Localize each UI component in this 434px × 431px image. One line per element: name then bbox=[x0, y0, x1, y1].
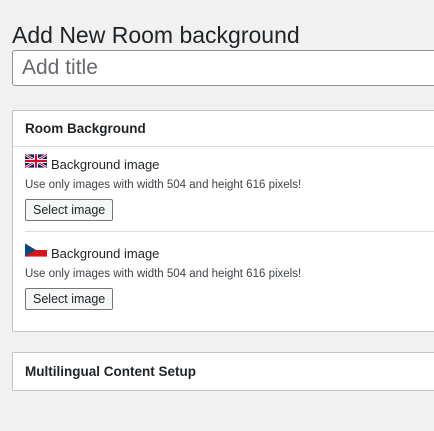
select-image-button-czech[interactable]: Select image bbox=[25, 288, 114, 310]
background-field-czech: Background image Use only images with wi… bbox=[25, 231, 434, 320]
field-label-row: Background image bbox=[25, 243, 434, 262]
field-label-row: Background image bbox=[25, 154, 434, 173]
field-label: Background image bbox=[51, 156, 160, 172]
background-field-english: Background image Use only images with wi… bbox=[25, 147, 434, 231]
page-title: Add New Room background bbox=[12, 22, 300, 49]
multilingual-heading[interactable]: Multilingual Content Setup bbox=[13, 353, 434, 390]
title-input[interactable] bbox=[12, 50, 434, 86]
field-label: Background image bbox=[51, 245, 160, 261]
field-hint: Use only images with width 504 and heigh… bbox=[25, 268, 302, 280]
room-background-metabox: Room Background Background image Use onl… bbox=[12, 110, 434, 332]
room-background-heading[interactable]: Room Background bbox=[13, 111, 434, 147]
field-hint: Use only images with width 504 and heigh… bbox=[25, 179, 302, 191]
multilingual-metabox: Multilingual Content Setup bbox=[12, 352, 434, 391]
czech-flag-icon bbox=[25, 243, 47, 257]
uk-flag-icon bbox=[25, 154, 47, 168]
room-background-inside: Background image Use only images with wi… bbox=[13, 147, 434, 320]
select-image-button-english[interactable]: Select image bbox=[25, 199, 114, 221]
